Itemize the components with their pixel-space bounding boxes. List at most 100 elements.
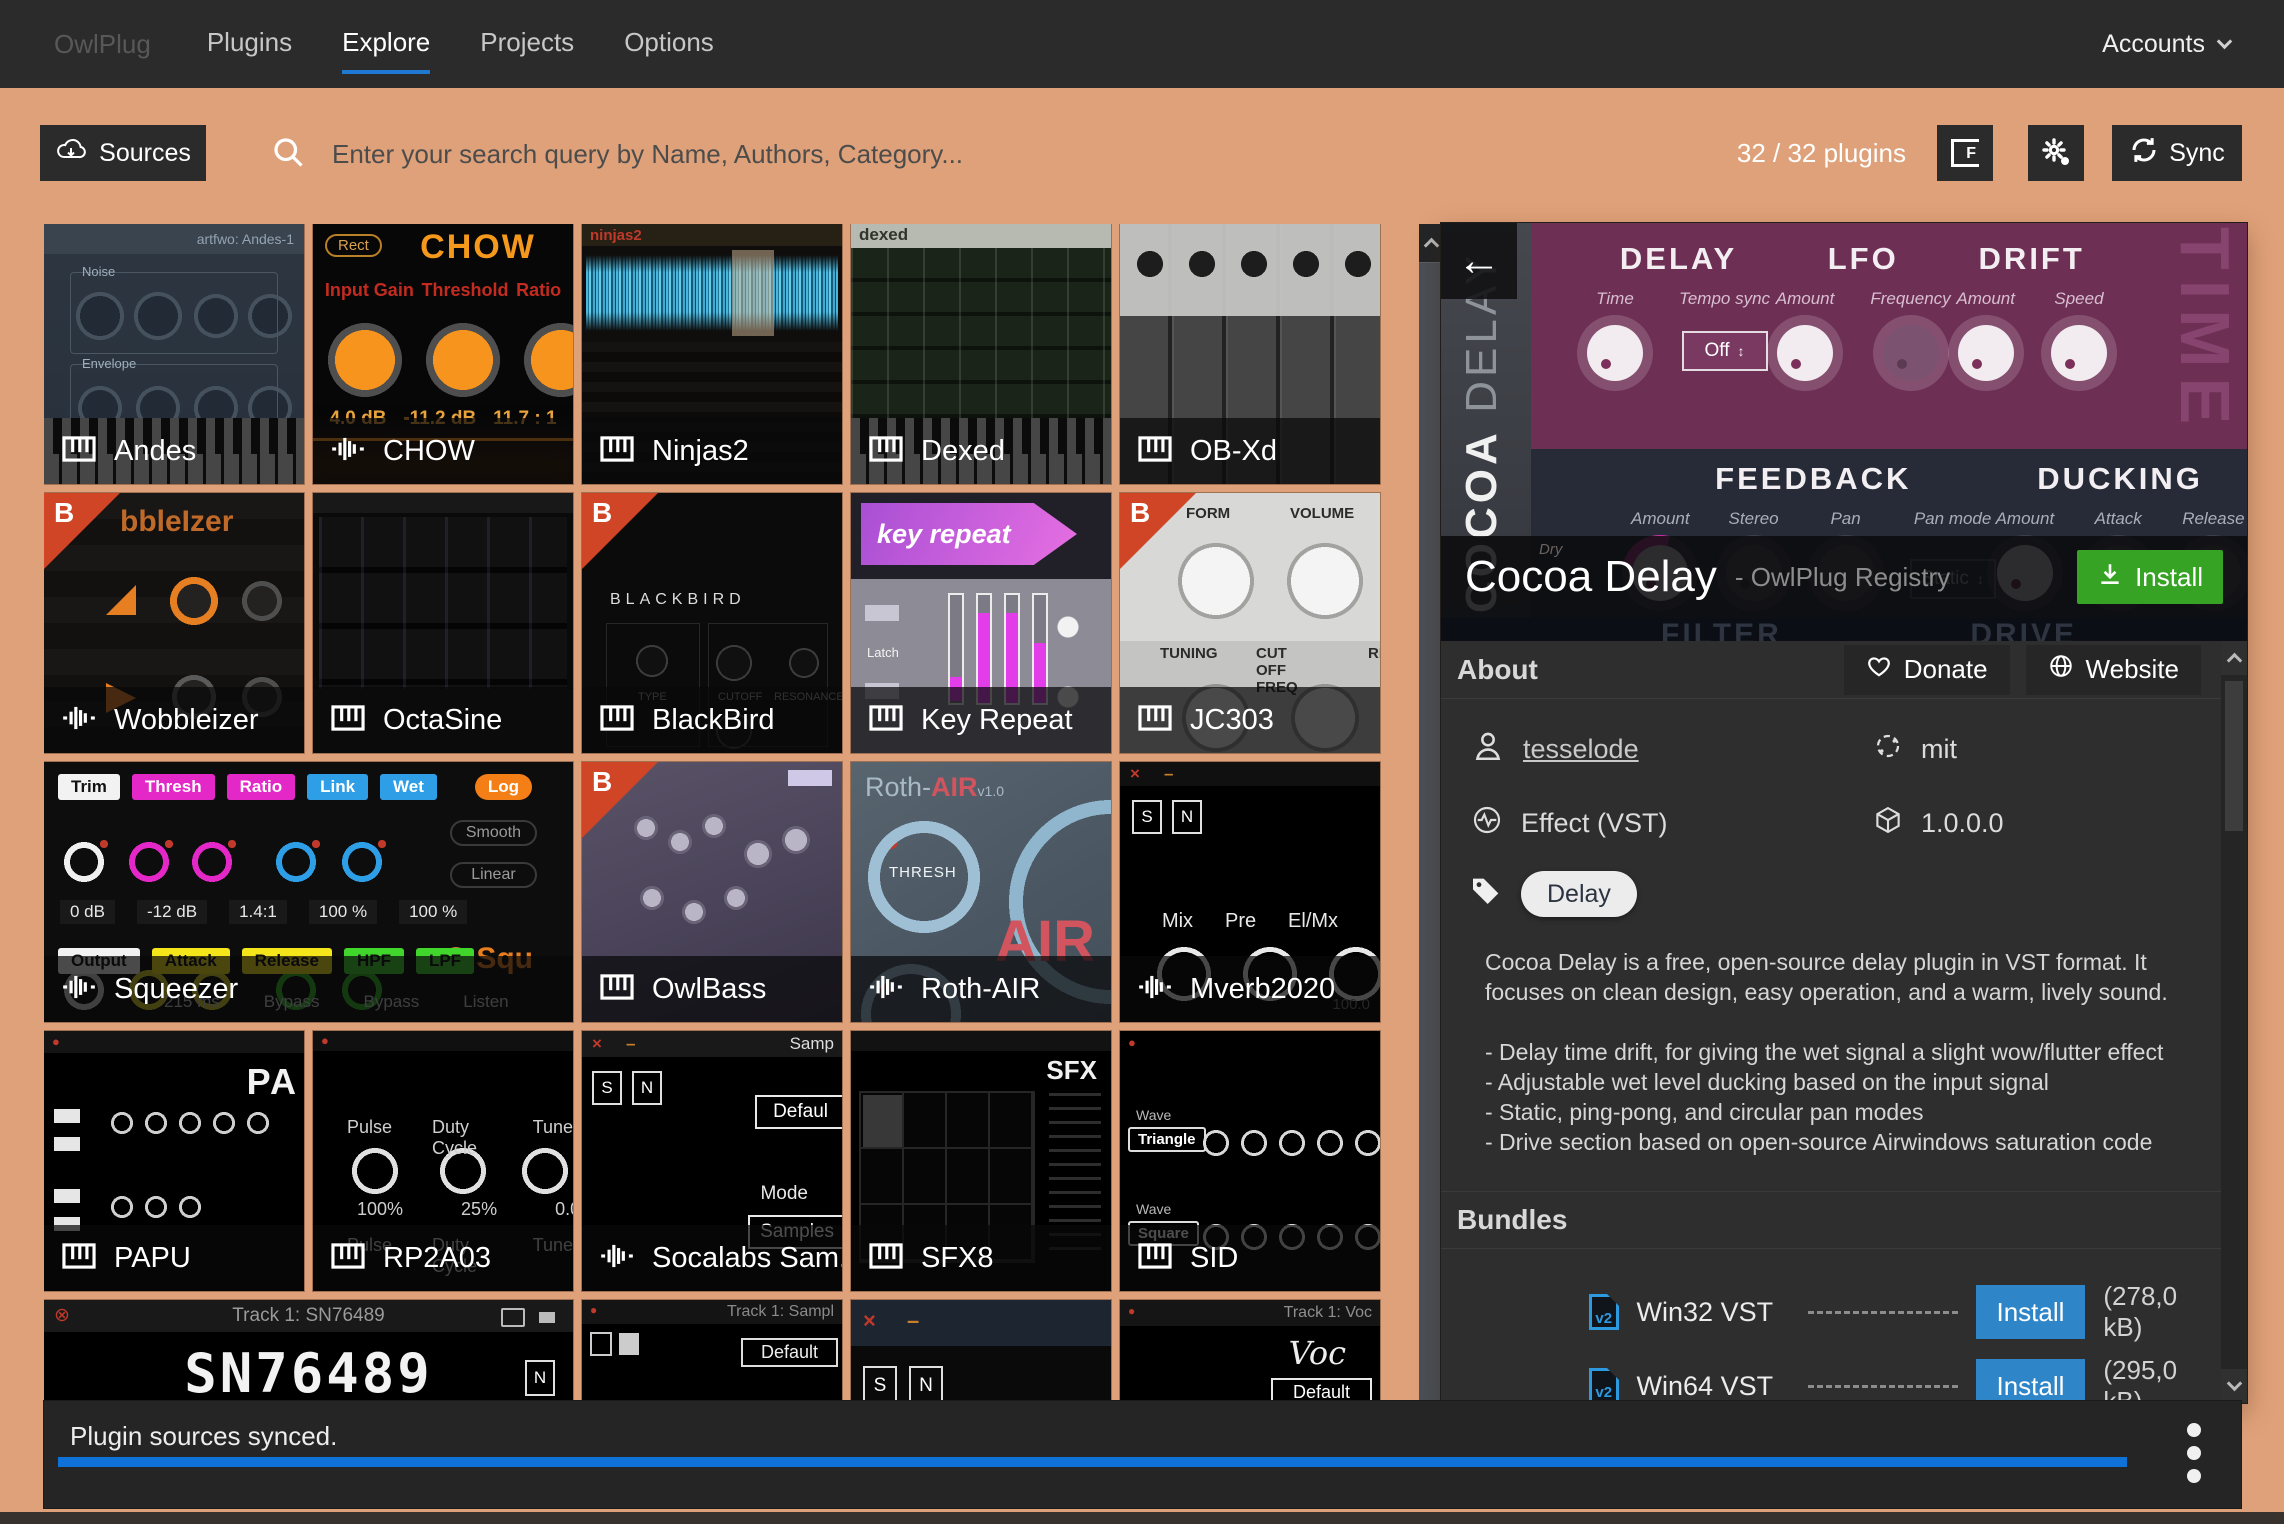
tile-art-text: artfwo: Andes-1 [197,231,294,247]
plugin-tile-ninjas2[interactable]: ninjas2 Ninjas2 [582,224,842,484]
effect-waveform-icon [60,968,98,1011]
plugin-tile-jc303[interactable]: FORMVOLUMETUNINGCUT OFF FREQREBJC303 [1120,493,1380,753]
grid-scrollbar-thumb[interactable] [1419,262,1443,1402]
description-line: - Static, ping-pong, and circular pan mo… [1485,1097,2181,1127]
cloud-download-icon [55,137,87,170]
plugin-tile-chow[interactable]: RectCHOWInput GainThresholdRatio4.0 dB-1… [313,224,573,484]
tile-art-text: dexed [859,225,908,245]
search-icon [270,134,306,175]
hero-footer-labels: FILTERDRIVE [1441,618,2247,641]
effect-waveform-icon [598,1237,636,1280]
install-button[interactable]: Install [2077,550,2223,604]
tile-art-text: ADN [44,1300,573,1402]
sources-button[interactable]: Sources [40,125,206,181]
bundles-heading: Bundles [1457,1204,1567,1236]
plugin-tile-rp2a03[interactable]: ●PulseDuty CycleTunePulseDuty CycleTune1… [313,1031,573,1291]
panel-scroll-down-button[interactable] [2221,1369,2247,1403]
plugin-tile-octasine[interactable]: OctaSine [313,493,573,753]
tile-art-text: Rect [325,234,382,257]
panel-scrollbar[interactable] [2221,641,2247,1403]
plugin-tile-mverb2020[interactable]: ×–MixPreEl/Mx100.0SNMverb2020 [1120,762,1380,1022]
plugin-detail-body: About Donate Website tesselodemitEffect … [1441,641,2221,1403]
plugin-detail-panel: COCOADELAY DELAYTimeTempo syncOff↕LFOAmo… [1441,223,2247,1403]
tile-art-text: – [1164,764,1173,784]
plugin-tile-andes[interactable]: artfwo: Andes-1NoiseEnvelopeAndes [44,224,304,484]
instrument-piano-icon [1136,430,1174,473]
panel-scrollbar-thumb[interactable] [2225,681,2243,831]
donate-button[interactable]: Donate [1844,645,2010,695]
bundle-install-button-win32-vst[interactable]: Install [1976,1285,2086,1339]
instrument-piano-icon [329,699,367,742]
search-input[interactable] [332,128,1212,180]
panel-scroll-up-button[interactable] [2221,641,2247,675]
plugin-tile-dexed[interactable]: dexed Dexed [851,224,1111,484]
plugin-name: OctaSine [383,704,502,737]
tab-plugins[interactable]: Plugins [207,27,292,74]
scroll-up-button[interactable] [1419,224,1443,262]
plugin-name: SFX8 [921,1242,994,1275]
tile-art-text: – [626,1034,635,1054]
plugin-tile-squeezer[interactable]: Squ0 dB-12 dB1.4:1100 %100 %215 msBypass… [44,762,573,1022]
plugin-name: Wobbleizer [114,704,259,737]
website-button[interactable]: Website [2026,645,2201,695]
sync-button[interactable]: Sync [2112,125,2242,181]
hero-control-tempo-sync: Tempo syncOff↕ [1679,289,1770,381]
bundle-name: Win32 VST [1637,1297,1790,1328]
plugin-tile-sfx8[interactable]: SFXSFX8 [851,1031,1111,1291]
hero-knob-amount [1777,325,1833,381]
tag-pill-delay[interactable]: Delay [1521,871,1637,917]
plugin-tile-ob-xd[interactable]: OB-Xd [1120,224,1380,484]
plugin-tile-blackbird[interactable]: BLACKBIRDTYPECUTOFFRESONANCEBBlackBird [582,493,842,753]
tile-art-text: PA [247,1061,298,1103]
bundle-row-win32-vst: v2Win32 VSTInstall(278,0 kB) [1441,1281,2221,1343]
hero-control-frequency: Frequency [1870,289,1950,381]
about-author[interactable]: tesselode [1471,729,1873,770]
plugin-tile-roth-air[interactable]: Roth-AIRv1.0AIRTHRESHRoth-AIR [851,762,1111,1022]
instrument-piano-icon [598,968,636,1011]
tile-art-text: ninjas2 [590,227,642,244]
plugin-name: Dexed [921,435,1005,468]
description-line: - Adjustable wet level ducking based on … [1485,1067,2181,1097]
tile-label: Ninjas2 [582,418,842,484]
effect-waveform-icon [60,699,98,742]
back-arrow-icon: ← [1457,236,1501,286]
instrument-piano-icon [867,699,905,742]
kebab-menu-icon[interactable] [2187,1423,2201,1483]
plugin-tile-papu[interactable]: ●PAPAPU [44,1031,304,1291]
back-button[interactable]: ← [1441,223,1517,299]
sync-label: Sync [2169,139,2225,168]
bundles-header: Bundles [1441,1191,2221,1249]
plugin-tile-owlbass[interactable]: BOwlBass [582,762,842,1022]
plugin-tile-sid[interactable]: ●WaveWaveTriangleSquareSID [1120,1031,1380,1291]
tab-explore[interactable]: Explore [342,27,430,74]
filter-button[interactable]: F [1937,125,1993,181]
effect-waveform-icon [867,968,905,1011]
hero-section-drift: DRIFTAmountSpeed [1956,241,2107,449]
plugin-tile-voc[interactable]: Track 1: Voc●VocDefault [1120,1300,1380,1402]
tab-projects[interactable]: Projects [480,27,574,74]
plugin-tile-wobbleizer[interactable]: bbleIzerBWobbleizer [44,493,304,753]
tile-art-text: ● [1128,1304,1135,1318]
tile-art-text: Track 1: Sampl [727,1303,834,1321]
tile-art-text: bbleIzer [120,505,233,539]
chevron-down-icon [2226,1376,2242,1392]
hero-top-sections: DELAYTimeTempo syncOff↕LFOAmountFrequenc… [1531,223,2247,449]
tile-art-text: Voc [1289,1334,1346,1372]
accounts-menu[interactable]: Accounts [2102,30,2230,59]
grid-scrollbar[interactable] [1419,224,1443,1402]
version-icon [1873,805,1903,842]
instrument-piano-icon [867,430,905,473]
plugin-tile-sn76489[interactable]: Track 1: SN76489⊗SN76489ADNDefault [44,1300,573,1402]
plugin-tile-snsmall[interactable]: ×–SN [851,1300,1111,1402]
plugin-tile-socalabs-sam[interactable]: Samp×–SNDefaulModeSamplesSocalabs Sam... [582,1031,842,1291]
instrument-piano-icon [598,699,636,742]
toolbar: Sources 32 / 32 plugins F Sync [0,88,2284,200]
bundle-install-button-win64-vst[interactable]: Install [1976,1359,2086,1403]
plugin-tile-sampler2[interactable]: Track 1: Sampl●Default [582,1300,842,1402]
tile-art-text: × [1130,764,1140,784]
settings-button[interactable] [2028,125,2084,181]
tab-options[interactable]: Options [624,27,714,74]
tile-label: RP2A03 [313,1225,573,1291]
hero-control-speed: Speed [2051,289,2107,381]
plugin-tile-key-repeat[interactable]: key repeatLatchHumanizeSwingKey Repeat [851,493,1111,753]
